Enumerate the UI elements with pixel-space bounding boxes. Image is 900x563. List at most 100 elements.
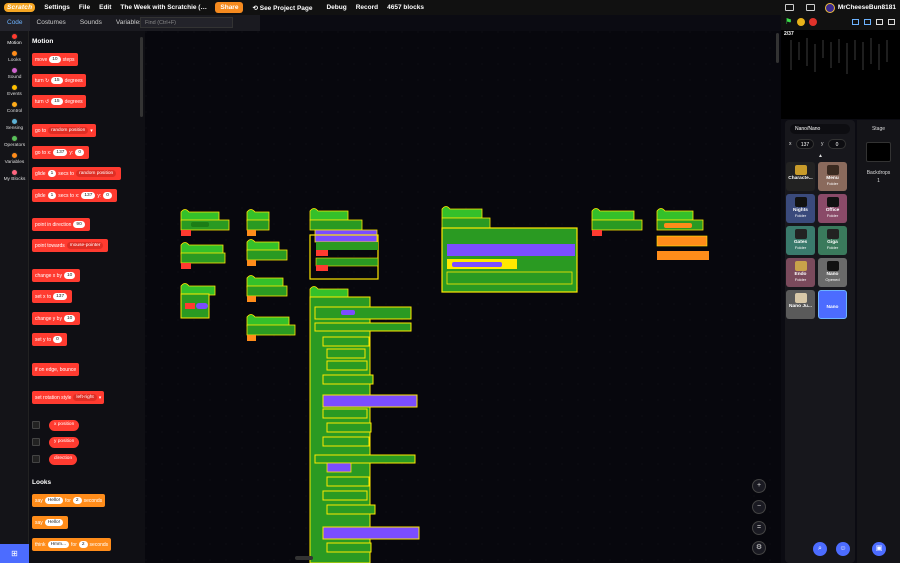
x-position-reporter[interactable]: x position xyxy=(49,420,80,431)
category-sensing[interactable]: Sensing xyxy=(0,118,29,131)
small-stage-icon[interactable] xyxy=(852,19,859,25)
category-control[interactable]: Control xyxy=(0,101,29,114)
category-motion[interactable]: Motion xyxy=(0,33,29,46)
move-block[interactable]: move 10 steps xyxy=(32,53,78,66)
x-delta-input[interactable]: 10 xyxy=(63,272,76,279)
avatar[interactable] xyxy=(824,2,835,13)
add-extension-button[interactable]: ⊞ xyxy=(0,544,29,563)
sprite-tile[interactable]: Nights Folder xyxy=(786,194,815,223)
bounce-block[interactable]: if on edge, bounce xyxy=(32,363,80,376)
category-my-blocks[interactable]: My Blocks xyxy=(0,169,29,182)
find-input[interactable]: Find (Ctrl+F) xyxy=(140,17,233,28)
y-position-checkbox[interactable] xyxy=(32,438,40,446)
secs-input[interactable]: 2 xyxy=(72,497,82,504)
secs-input[interactable]: 1 xyxy=(47,192,57,199)
sprite-tile[interactable]: Endo Folder xyxy=(786,258,815,287)
workspace-vertical-scrollbar[interactable] xyxy=(776,33,779,63)
scratch-logo[interactable]: Scratch xyxy=(4,3,36,12)
add-backdrop-button[interactable]: ▣ xyxy=(872,542,886,556)
sprite-tile[interactable]: Nano Ju... xyxy=(786,290,815,319)
x-input[interactable]: 137 xyxy=(53,149,68,156)
username[interactable]: MrCheeseBun8181 xyxy=(838,4,896,11)
message-input[interactable]: Hmm... xyxy=(47,541,70,548)
category-events[interactable]: Events xyxy=(0,84,29,97)
steps-input[interactable]: 10 xyxy=(49,56,61,63)
rotation-style-block[interactable]: set rotation style left-right ▾ xyxy=(32,391,105,404)
sprite-tile[interactable]: Characte... xyxy=(786,162,815,191)
y-input[interactable]: 0 xyxy=(75,149,84,156)
settings-menu[interactable]: Settings xyxy=(44,4,70,11)
towards-dropdown[interactable]: mouse-pointer xyxy=(66,242,104,249)
glide-target-dropdown[interactable]: random position xyxy=(76,170,117,177)
workspace-horizontal-scrollbar[interactable] xyxy=(295,556,313,560)
turn-right-block[interactable]: turn ↻ 15 degrees xyxy=(32,74,86,87)
glide-xy-block[interactable]: glide 1 secs to x: 137 y: 0 xyxy=(32,189,117,202)
tab-sounds[interactable]: Sounds xyxy=(73,15,109,31)
change-y-block[interactable]: change y by 10 xyxy=(32,312,81,325)
zoom-reset-button[interactable]: = xyxy=(752,521,766,535)
expand-icon[interactable] xyxy=(888,19,895,25)
degrees-input[interactable]: 15 xyxy=(51,98,63,105)
file-menu[interactable]: File xyxy=(79,4,90,11)
go-to-block[interactable]: go to random position ▾ xyxy=(32,124,96,137)
direction-checkbox[interactable] xyxy=(32,455,40,463)
code-workspace[interactable]: + − = ⚙ xyxy=(145,31,781,563)
tab-code[interactable]: Code xyxy=(0,15,30,31)
zoom-in-button[interactable]: + xyxy=(752,479,766,493)
stage-thumbnail[interactable] xyxy=(866,142,891,162)
tab-costumes[interactable]: Costumes xyxy=(30,15,73,31)
sprite-tile[interactable]: Office Folder xyxy=(818,194,847,223)
debug-menu[interactable]: Debug xyxy=(326,4,346,11)
sprite-name-field[interactable]: Nano/Nano xyxy=(790,124,850,134)
sprite-x-input[interactable]: 137 xyxy=(796,139,814,149)
direction-reporter[interactable]: direction xyxy=(49,454,78,465)
green-flag-icon[interactable]: ⚑ xyxy=(785,18,793,26)
category-looks[interactable]: Looks xyxy=(0,50,29,63)
sprite-tile[interactable]: Giga Folder xyxy=(818,226,847,255)
sprite-tile[interactable]: Menu Folder xyxy=(818,162,847,191)
record-menu[interactable]: Record xyxy=(356,4,378,11)
y-delta-input[interactable]: 10 xyxy=(63,315,76,322)
goto-target-dropdown[interactable]: random position xyxy=(48,127,89,134)
y-input[interactable]: 0 xyxy=(103,192,112,199)
message-input[interactable]: Hello! xyxy=(44,497,64,504)
point-towards-block[interactable]: point towards mouse-pointer xyxy=(32,239,109,252)
zoom-out-button[interactable]: − xyxy=(752,500,766,514)
say-for-block[interactable]: say Hello! for 2 seconds xyxy=(32,494,106,507)
category-operators[interactable]: Operators xyxy=(0,135,29,148)
stop-button[interactable] xyxy=(809,18,817,26)
pause-button[interactable] xyxy=(797,18,805,26)
category-sound[interactable]: Sound xyxy=(0,67,29,80)
go-to-xy-block[interactable]: go to x: 137 y: 0 xyxy=(32,146,89,159)
set-x-block[interactable]: set x to 137 xyxy=(32,290,73,303)
change-x-block[interactable]: change x by 10 xyxy=(32,269,81,282)
palette-scrollbar[interactable] xyxy=(140,37,143,117)
rotation-style-dropdown[interactable]: left-right xyxy=(73,394,97,401)
sprite-tile[interactable]: Gates Folder xyxy=(786,226,815,255)
stage-canvas[interactable]: 2/37 xyxy=(781,30,900,119)
clean-up-button[interactable]: ⚙ xyxy=(752,541,766,555)
my-stuff-icon[interactable] xyxy=(805,4,815,11)
direction-input[interactable]: 90 xyxy=(73,221,85,228)
think-for-block[interactable]: think Hmm... for 2 seconds xyxy=(32,538,112,551)
glide-to-block[interactable]: glide 1 secs to random position xyxy=(32,167,122,180)
category-variables[interactable]: Variables xyxy=(0,152,29,165)
search-sprite-button[interactable]: ⌕ xyxy=(813,542,827,556)
point-direction-block[interactable]: point in direction 90 xyxy=(32,218,90,231)
say-block[interactable]: say Hello! xyxy=(32,516,69,529)
messages-icon[interactable] xyxy=(784,4,794,11)
secs-input[interactable]: 2 xyxy=(78,541,88,548)
normal-stage-icon[interactable] xyxy=(864,19,871,25)
turn-left-block[interactable]: turn ↺ 15 degrees xyxy=(32,95,86,108)
x-input[interactable]: 137 xyxy=(81,192,96,199)
sprite-tile-selected[interactable]: Nano xyxy=(818,290,847,319)
y-position-reporter[interactable]: y position xyxy=(49,437,80,448)
edit-menu[interactable]: Edit xyxy=(99,4,111,11)
sprite-y-input[interactable]: 0 xyxy=(828,139,846,149)
sprite-tile[interactable]: Nano Opened xyxy=(818,258,847,287)
see-project-page-button[interactable]: ⟲ See Project Page xyxy=(252,4,312,12)
y-value-input[interactable]: 0 xyxy=(53,336,62,343)
add-sprite-button[interactable]: ☺ xyxy=(836,542,850,556)
x-value-input[interactable]: 137 xyxy=(53,293,68,300)
secs-input[interactable]: 1 xyxy=(47,170,57,177)
